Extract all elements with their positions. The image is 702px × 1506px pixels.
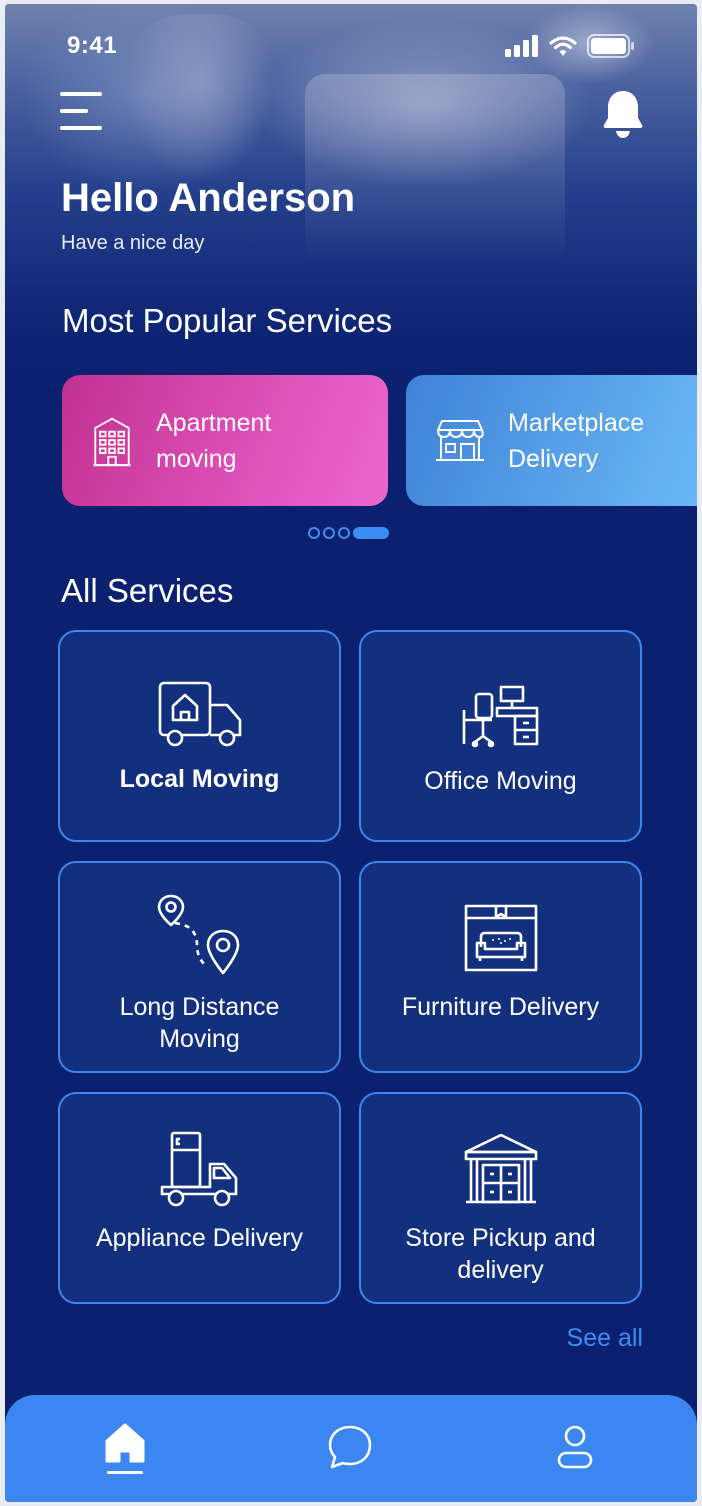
cellular-signal-icon (505, 35, 538, 57)
service-label: Appliance Delivery (95, 1224, 304, 1252)
moving-truck-house-icon (158, 681, 241, 747)
carousel-pagination[interactable] (308, 527, 389, 539)
bottom-tab-bar (5, 1395, 697, 1502)
fridge-truck-icon (160, 1131, 237, 1207)
popular-card-label: Marketplace Delivery (508, 408, 645, 473)
service-card-office-moving[interactable]: Office Moving (359, 630, 642, 842)
service-label: Office Moving (424, 767, 577, 795)
service-card-furniture-delivery[interactable]: Furniture Delivery (359, 861, 642, 1073)
popular-card-label: Apartment moving (156, 408, 272, 473)
wifi-icon (549, 36, 577, 56)
store-warehouse-icon (464, 1133, 537, 1204)
storefront-icon (436, 419, 484, 461)
service-label: Furniture Delivery (401, 993, 600, 1021)
route-pins-icon (157, 894, 239, 975)
carousel-dot-active[interactable] (353, 527, 389, 539)
home-screen: 9:41 Hello Anderson Have a nice day Most… (5, 4, 697, 1502)
menu-icon[interactable] (60, 92, 104, 132)
carousel-dot[interactable] (308, 527, 320, 539)
all-services-title: All Services (61, 572, 234, 609)
service-card-long-distance-moving[interactable]: Long Distance Moving (58, 861, 341, 1073)
service-label: Long Distance Moving (119, 993, 280, 1053)
battery-icon (587, 34, 634, 58)
carousel-dot[interactable] (338, 527, 350, 539)
profile-icon[interactable] (551, 1421, 599, 1477)
notification-bell-icon[interactable] (601, 88, 645, 140)
service-card-store-pickup-delivery[interactable]: Store Pickup and delivery (359, 1092, 642, 1304)
service-label: Local Moving (119, 765, 280, 793)
service-card-appliance-delivery[interactable]: Appliance Delivery (58, 1092, 341, 1304)
chat-icon[interactable] (326, 1421, 374, 1477)
popular-card-apartment-moving[interactable]: Apartment moving (62, 375, 388, 506)
sofa-box-icon (464, 904, 537, 972)
office-desk-icon (462, 685, 538, 748)
service-label: Store Pickup and delivery (405, 1224, 596, 1284)
carousel-dot[interactable] (323, 527, 335, 539)
status-time: 9:41 (67, 32, 118, 59)
building-icon (93, 417, 131, 466)
see-all-link[interactable]: See all (567, 1324, 643, 1353)
greeting-subtitle: Have a nice day (61, 232, 205, 254)
popular-services-title: Most Popular Services (62, 302, 393, 339)
home-icon[interactable] (101, 1421, 149, 1477)
status-icons (505, 34, 635, 58)
greeting-title: Hello Anderson (61, 176, 356, 220)
service-card-local-moving[interactable]: Local Moving (58, 630, 341, 842)
status-bar: 9:41 (5, 4, 697, 84)
popular-card-marketplace-delivery[interactable]: Marketplace Delivery (406, 375, 697, 506)
